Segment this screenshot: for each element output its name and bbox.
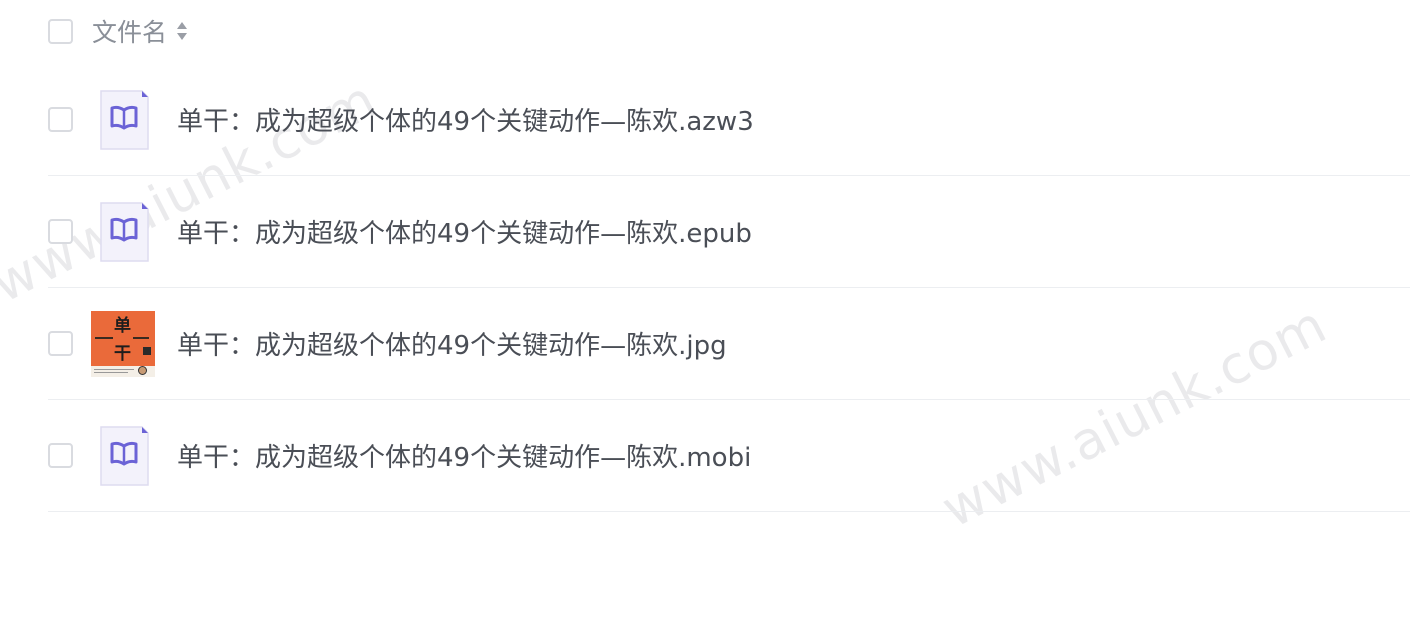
file-name[interactable]: 单干：成为超级个体的49个关键动作—陈欢.azw3 xyxy=(177,101,754,138)
row-checkbox[interactable] xyxy=(48,331,73,356)
book-file-icon xyxy=(100,201,149,262)
file-name[interactable]: 单干：成为超级个体的49个关键动作—陈欢.epub xyxy=(177,213,752,250)
file-row[interactable]: 单 干 单干：成为超级个体的49个关键动作—陈欢.jpg xyxy=(48,288,1410,400)
file-list: 单干：成为超级个体的49个关键动作—陈欢.azw3 单干：成为超级个体的49个关… xyxy=(48,64,1410,512)
image-thumbnail[interactable]: 单 干 xyxy=(91,310,155,377)
file-row[interactable]: 单干：成为超级个体的49个关键动作—陈欢.azw3 xyxy=(48,64,1410,176)
book-file-icon xyxy=(100,89,149,150)
row-checkbox[interactable] xyxy=(48,107,73,132)
file-name[interactable]: 单干：成为超级个体的49个关键动作—陈欢.mobi xyxy=(177,437,751,474)
row-checkbox[interactable] xyxy=(48,443,73,468)
sort-icon[interactable] xyxy=(175,18,189,44)
file-row[interactable]: 单干：成为超级个体的49个关键动作—陈欢.epub xyxy=(48,176,1410,288)
file-name[interactable]: 单干：成为超级个体的49个关键动作—陈欢.jpg xyxy=(177,325,727,362)
row-checkbox[interactable] xyxy=(48,219,73,244)
thumbnail-title-bottom: 干 xyxy=(114,343,131,364)
column-header-filename[interactable]: 文件名 xyxy=(92,13,167,49)
select-all-checkbox[interactable] xyxy=(48,18,73,44)
file-row[interactable]: 单干：成为超级个体的49个关键动作—陈欢.mobi xyxy=(48,400,1410,512)
thumbnail-title-top: 单 xyxy=(114,315,131,336)
file-list-header: 文件名 xyxy=(48,0,1410,62)
book-file-icon xyxy=(100,425,149,486)
